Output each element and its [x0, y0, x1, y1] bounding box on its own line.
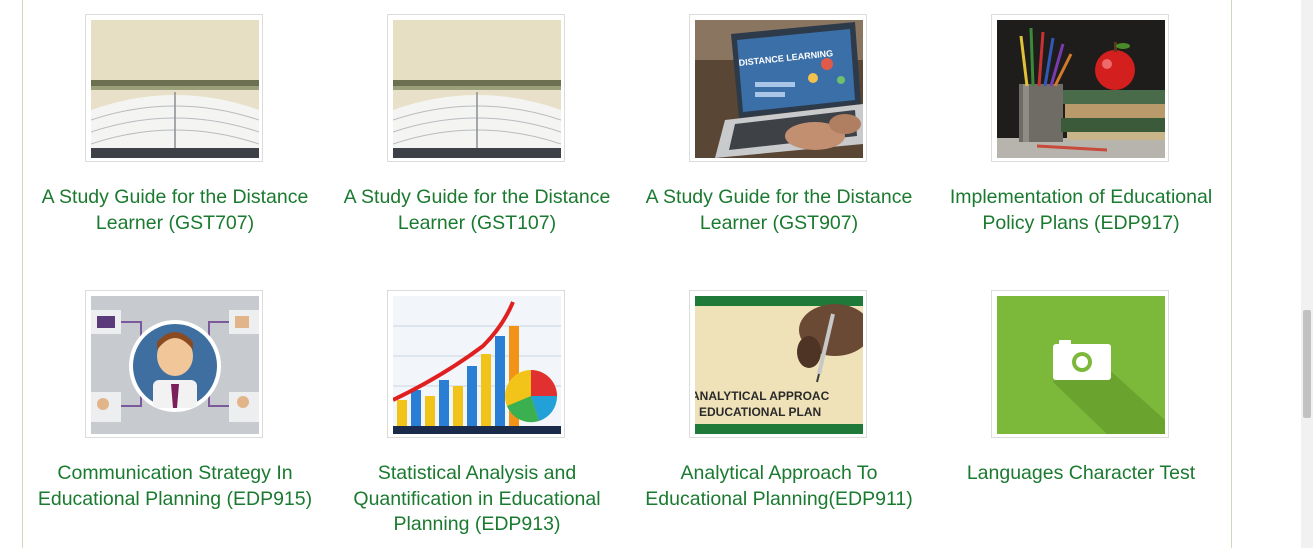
course-thumbnail[interactable] — [85, 14, 263, 162]
camera-placeholder-icon — [997, 296, 1165, 434]
analytical-line-2: EDUCATIONAL PLAN — [699, 405, 821, 419]
course-card[interactable]: DISTANCE LEARNING A Study Guide for the … — [628, 14, 930, 290]
course-card[interactable]: Statistical Analysis and Quantification … — [326, 290, 628, 550]
course-card[interactable]: Communication Strategy In Educational Pl… — [24, 290, 326, 550]
course-title-edp911[interactable]: Analytical Approach To Educational Plann… — [634, 461, 924, 512]
course-card[interactable]: Implementation of Educational Policy Pla… — [930, 14, 1232, 290]
course-title-gst907[interactable]: A Study Guide for the Distance Learner (… — [634, 185, 924, 236]
course-card[interactable]: ANALYTICAL APPROAC EDUCATIONAL PLAN Anal… — [628, 290, 930, 550]
course-title-edp917[interactable]: Implementation of Educational Policy Pla… — [936, 185, 1226, 236]
open-book-thumbnail — [91, 20, 259, 158]
course-thumbnail[interactable]: DISTANCE LEARNING — [689, 14, 867, 162]
course-card[interactable]: A Study Guide for the Distance Learner (… — [326, 14, 628, 290]
analytical-approach-thumbnail: ANALYTICAL APPROAC EDUCATIONAL PLAN — [695, 296, 863, 434]
course-title-edp913[interactable]: Statistical Analysis and Quantification … — [332, 461, 622, 538]
course-thumbnail[interactable] — [85, 290, 263, 438]
laptop-distance-learning-thumbnail: DISTANCE LEARNING — [695, 20, 863, 158]
course-thumbnail[interactable] — [991, 290, 1169, 438]
course-thumbnail[interactable]: ANALYTICAL APPROAC EDUCATIONAL PLAN — [689, 290, 867, 438]
course-thumbnail[interactable] — [387, 14, 565, 162]
analytical-line-1: ANALYTICAL APPROAC — [695, 389, 830, 403]
bar-chart-pie-thumbnail — [393, 296, 561, 434]
course-title-gst707[interactable]: A Study Guide for the Distance Learner (… — [30, 185, 320, 236]
course-title-gst107[interactable]: A Study Guide for the Distance Learner (… — [332, 185, 622, 236]
open-book-thumbnail — [393, 20, 561, 158]
course-thumbnail[interactable] — [991, 14, 1169, 162]
course-card[interactable]: Languages Character Test — [930, 290, 1232, 550]
books-apple-pencils-thumbnail — [997, 20, 1165, 158]
course-grid: A Study Guide for the Distance Learner (… — [24, 14, 1232, 550]
scrollbar-thumb[interactable] — [1303, 310, 1311, 418]
vertical-scrollbar[interactable] — [1301, 0, 1313, 548]
course-card[interactable]: A Study Guide for the Distance Learner (… — [24, 14, 326, 290]
course-thumbnail[interactable] — [387, 290, 565, 438]
course-title-languages[interactable]: Languages Character Test — [936, 461, 1226, 487]
communication-people-thumbnail — [91, 296, 259, 434]
course-title-edp915[interactable]: Communication Strategy In Educational Pl… — [30, 461, 320, 512]
